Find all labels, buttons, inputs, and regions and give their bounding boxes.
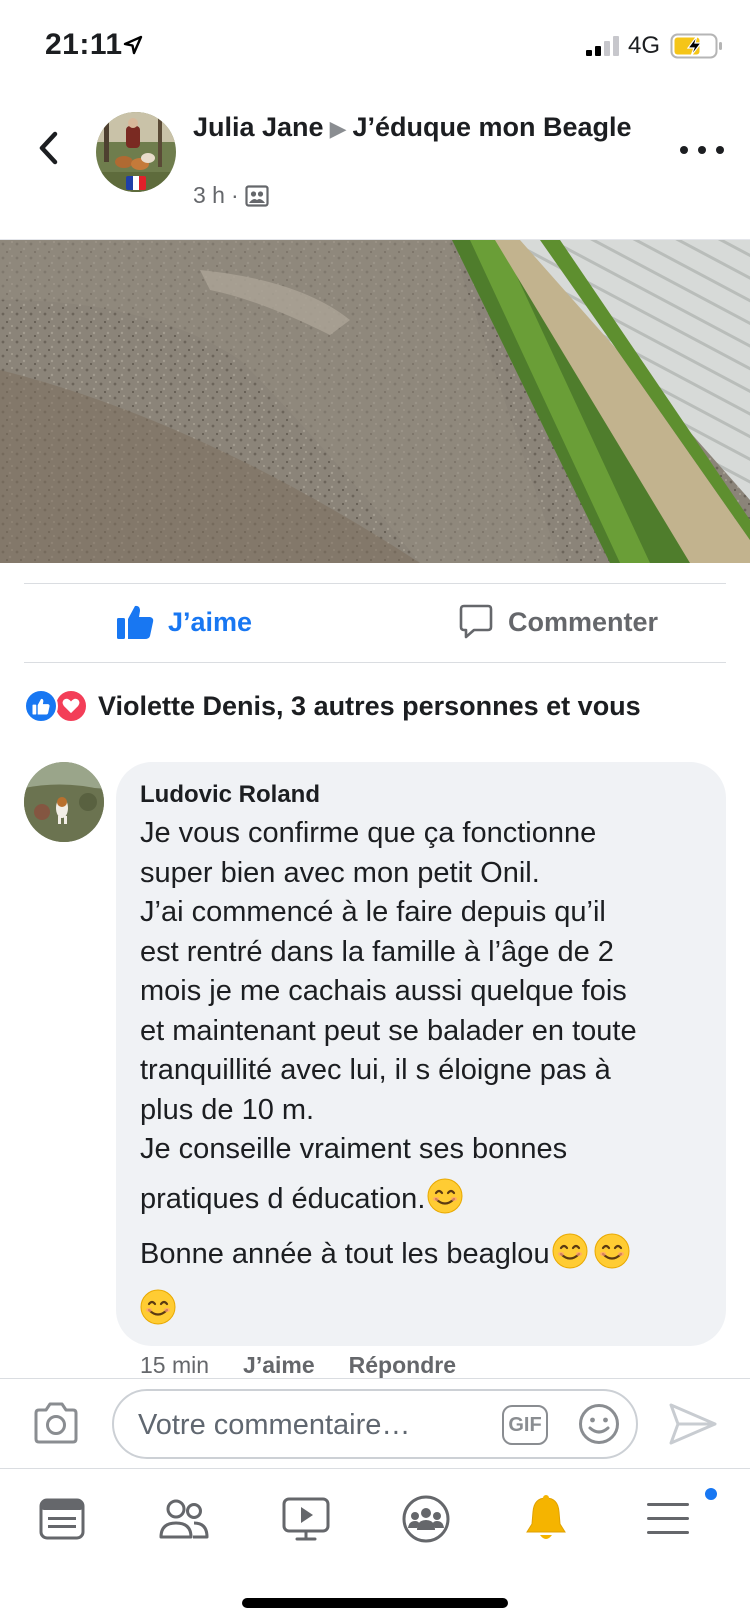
comment-bubble-icon [459,604,493,639]
comment-line: pratiques d éducation. [140,1182,426,1215]
meta-separator: · [230,182,239,208]
watch-video-icon [282,1497,330,1541]
triangle-right-icon: ▶ [329,116,347,141]
back-chevron-icon [39,131,58,165]
emoji-face-icon[interactable] [578,1403,620,1445]
comment-line: super bien avec mon petit Onil. [140,856,540,889]
comment-emoji-line [140,1289,702,1331]
thumbs-up-icon [117,605,154,639]
comment-line: tranquillité avec lui, il s éloigne pas … [140,1054,611,1086]
like-reaction-icon [24,689,58,723]
notifications-bell-icon [526,1495,566,1539]
comment-like-button[interactable]: J’aime [243,1352,315,1380]
battery-charging-icon [670,33,722,59]
comment-line: Je conseille vraiment ses bonnes [140,1133,568,1165]
comment-label: Commenter [508,606,659,637]
home-indicator[interactable] [242,1598,508,1608]
gif-button[interactable]: GIF [502,1405,548,1445]
commenter-avatar[interactable] [24,762,104,842]
network-type: 4G [628,32,661,59]
tab-groups[interactable] [398,1491,454,1547]
back-button[interactable] [28,124,68,172]
group-name[interactable]: J’éduque mon Beagle [353,112,632,142]
comment-line: J’ai commencé à le faire depuis qu’il [140,896,606,928]
tab-news-feed[interactable] [34,1491,90,1547]
love-reaction-icon [54,689,88,723]
tab-menu[interactable] [640,1491,696,1547]
comment-line: est rentré dans la famille à l’âge de 2 [140,935,614,968]
smiling-face-emoji-icon [594,1233,630,1269]
comment-placeholder: Votre commentaire… [138,1409,411,1441]
menu-notification-dot [703,1486,719,1502]
comment-reply-button[interactable]: Répondre [349,1352,456,1380]
comment-closing: Bonne année à tout les beaglou [140,1238,550,1270]
menu-icon [647,1503,689,1534]
status-bar: 21:11 4G [0,0,750,92]
tab-bar [0,1468,750,1578]
like-button[interactable]: J’aime [116,604,252,640]
friends-icon [159,1499,209,1539]
post-actions: J’aime Commenter [24,583,726,663]
comment-closing-line: Bonne année à tout les beaglou [140,1233,702,1275]
groups-icon [402,1495,450,1543]
post-time: 3 h [193,182,225,208]
comment-input[interactable]: Votre commentaire… GIF [112,1389,638,1459]
reactions-text[interactable]: Violette Denis, 3 autres personnes et vo… [98,691,641,722]
comment-line: plus de 10 m. [140,1093,315,1126]
like-label: J’aime [168,606,253,637]
comment-line: mois je me cachais aussi quelque fois [140,975,627,1007]
more-dots-icon [680,146,688,154]
comment-button[interactable]: Commenter [458,604,658,640]
post-meta: 3 h · [193,182,269,209]
tab-watch[interactable] [278,1491,334,1547]
comment-meta: 15 min J’aime Répondre [140,1352,456,1380]
comment-time: 15 min [140,1352,210,1378]
smiling-face-emoji-icon [140,1289,176,1324]
news-feed-icon [39,1498,85,1540]
signal-icon [586,36,619,56]
reactions-summary[interactable]: Violette Denis, 3 autres personnes et vo… [24,688,641,724]
tab-notifications[interactable] [518,1491,574,1547]
comment-composer: Votre commentaire… GIF [0,1378,750,1468]
comment-line: Je vous confirme que ça fonctionne [140,817,597,849]
group-audience-icon [245,184,269,207]
smiling-face-emoji-icon [552,1233,588,1269]
tab-friends[interactable] [156,1491,212,1547]
location-arrow-icon [123,35,143,55]
comment-text: Je vous confirme que ça fonctionne super… [140,814,702,1330]
post-photo[interactable] [0,240,750,563]
comment-line-emoji: pratiques d éducation. [140,1178,702,1220]
comment-bubble[interactable]: Ludovic Roland Je vous confirme que ça f… [116,762,726,1346]
post-header: Julia Jane ▶ J’éduque mon Beagle 3 h · [0,92,750,240]
send-icon[interactable] [668,1401,718,1447]
france-flag-icon [126,176,146,190]
smiling-face-emoji-icon [427,1178,463,1213]
status-time: 21:11 [45,28,123,61]
commenter-name[interactable]: Ludovic Roland [140,780,702,810]
comment-line: et maintenant peut se balader en toute [140,1014,637,1047]
more-options-button[interactable] [680,140,724,160]
camera-icon[interactable] [32,1401,80,1445]
author-name[interactable]: Julia Jane [193,112,324,142]
post-title[interactable]: Julia Jane ▶ J’éduque mon Beagle [193,110,633,146]
